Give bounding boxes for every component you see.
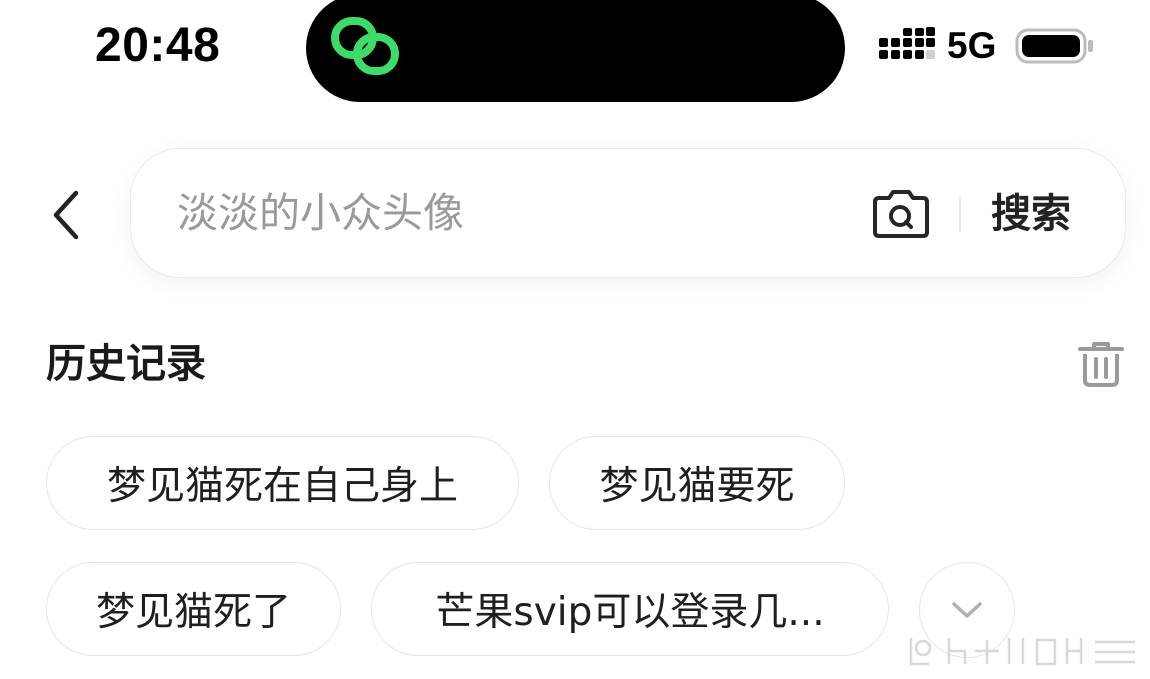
chevron-left-icon — [53, 190, 79, 240]
network-type: 5G — [947, 25, 997, 66]
status-time: 20:48 — [95, 19, 221, 72]
battery-full-icon — [1015, 28, 1093, 64]
history-chip[interactable]: 梦见猫要死 — [549, 436, 845, 530]
chevron-down-icon — [952, 602, 982, 618]
search-input[interactable] — [177, 177, 837, 249]
dynamic-island — [306, 0, 845, 102]
signal-dots-icon — [879, 27, 935, 59]
back-button[interactable] — [40, 180, 92, 250]
watermark-glyphs — [909, 638, 1135, 666]
history-title: 历史记录 — [46, 341, 206, 387]
search-divider — [959, 196, 961, 232]
trash-icon[interactable] — [1076, 340, 1126, 388]
link-rings-icon — [331, 17, 399, 75]
camera-search-icon[interactable] — [871, 187, 931, 241]
history-chip[interactable]: 梦见猫死在自己身上 — [46, 436, 519, 530]
search-box[interactable]: 搜索 — [130, 148, 1126, 278]
search-button[interactable]: 搜索 — [991, 185, 1071, 243]
history-chip[interactable]: 芒果svip可以登录几... — [371, 562, 889, 656]
history-chip[interactable]: 梦见猫死了 — [46, 562, 341, 656]
